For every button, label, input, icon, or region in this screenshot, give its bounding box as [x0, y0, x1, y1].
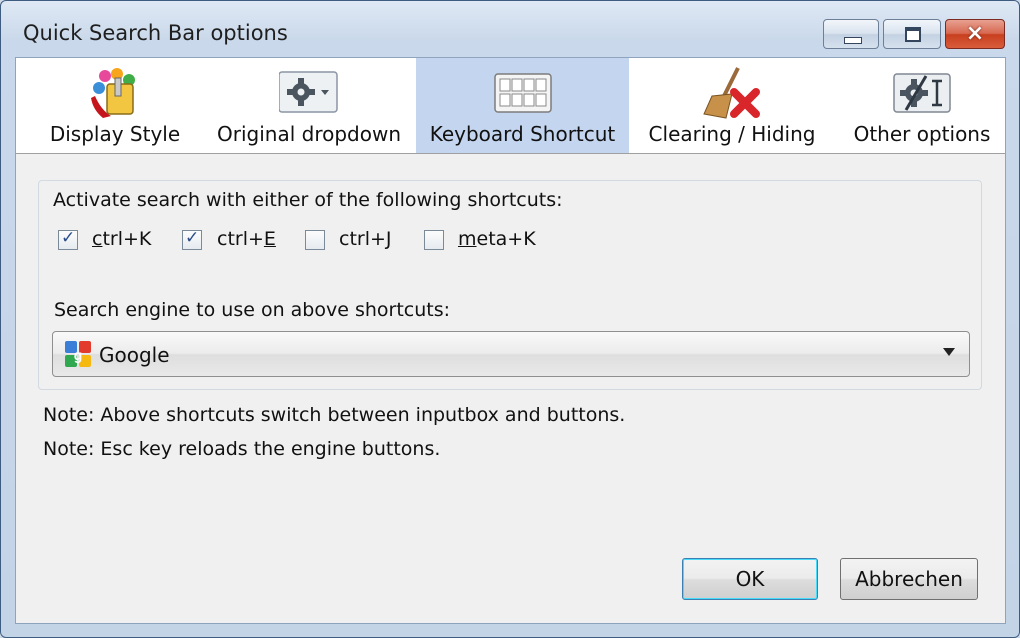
tab-label: Display Style: [49, 122, 181, 146]
checkbox-meta-k[interactable]: [424, 230, 444, 250]
broom-clear-icon: [702, 66, 762, 122]
maximize-button[interactable]: [883, 19, 941, 49]
paint-palette-icon: [85, 66, 145, 122]
ok-button[interactable]: OK: [682, 558, 818, 600]
keyboard-icon: [493, 66, 553, 122]
checkbox-label-ctrl-k[interactable]: ctrl+K: [92, 228, 151, 250]
window-title: Quick Search Bar options: [23, 21, 288, 45]
dropdown-selected-value: Google: [99, 343, 170, 367]
checkbox-label-meta-k[interactable]: meta+K: [458, 228, 536, 250]
chevron-down-icon: [943, 348, 955, 356]
svg-text:g: g: [74, 347, 83, 363]
maximize-icon: [884, 20, 940, 48]
tab-label: Clearing / Hiding: [648, 122, 816, 146]
dialog-window: Quick Search Bar options × Display Style: [0, 0, 1020, 638]
cancel-button[interactable]: Abbrechen: [840, 558, 978, 600]
checkbox-ctrl-k[interactable]: [58, 228, 78, 250]
checkbox-label-ctrl-j[interactable]: ctrl+J: [339, 228, 392, 250]
close-button[interactable]: ×: [945, 19, 1005, 49]
close-icon: ×: [965, 21, 985, 46]
tab-label: Original dropdown: [217, 122, 401, 146]
title-bar[interactable]: Quick Search Bar options ×: [1, 1, 1019, 57]
tab-other-options[interactable]: Other options: [842, 58, 1002, 153]
tab-label: Keyboard Shortcut: [429, 122, 616, 146]
tab-toolbar: Display Style Original dropdown Keyboard…: [16, 58, 1005, 154]
checkbox-label-ctrl-e[interactable]: ctrl+E: [217, 228, 276, 250]
tab-label: Other options: [853, 122, 991, 146]
tab-display-style[interactable]: Display Style: [40, 58, 190, 153]
search-engine-dropdown[interactable]: g Google: [52, 331, 970, 377]
minimize-button[interactable]: [823, 19, 879, 49]
checkbox-ctrl-j[interactable]: [305, 230, 325, 250]
note-line: Note: Esc key reloads the engine buttons…: [43, 438, 441, 460]
engine-label: Search engine to use on above shortcuts:: [54, 299, 451, 321]
checkbox-ctrl-e[interactable]: [182, 228, 202, 250]
client-area: Display Style Original dropdown Keyboard…: [15, 57, 1006, 624]
gear-text-icon: [892, 66, 952, 122]
shortcuts-heading: Activate search with either of the follo…: [53, 189, 563, 211]
note-line: Note: Above shortcuts switch between inp…: [43, 404, 626, 426]
tab-original-dropdown[interactable]: Original dropdown: [202, 58, 416, 153]
google-icon: g: [63, 339, 93, 369]
tab-keyboard-shortcut[interactable]: Keyboard Shortcut: [416, 58, 629, 153]
gear-dropdown-icon: [278, 66, 339, 122]
tab-clearing-hiding[interactable]: Clearing / Hiding: [637, 58, 827, 153]
minimize-icon: [824, 20, 878, 48]
